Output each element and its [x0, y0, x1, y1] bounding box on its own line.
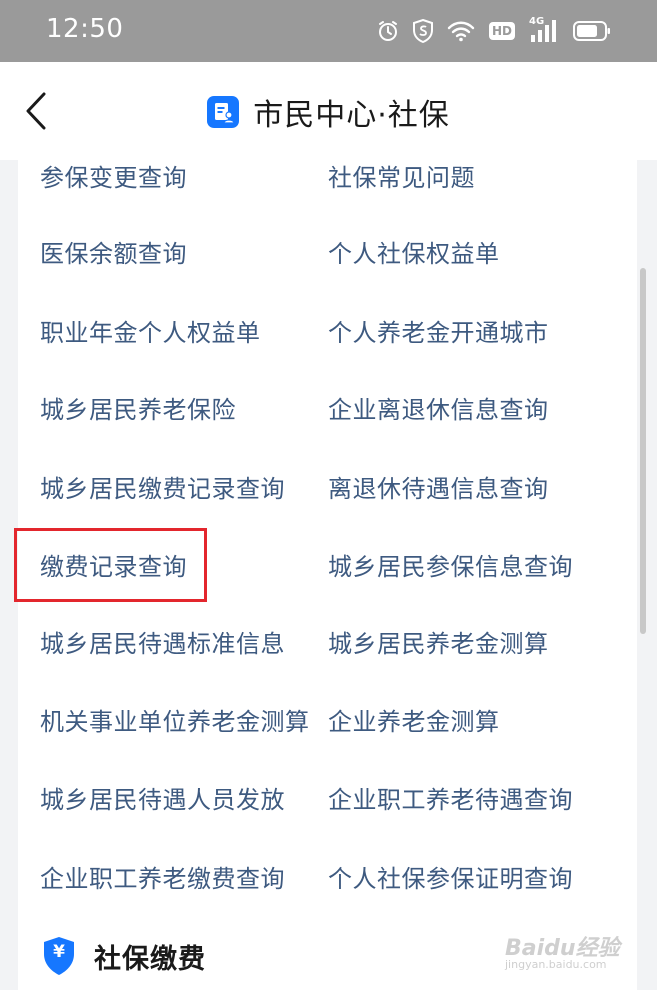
service-link-left-0[interactable]: 参保变更查询 [40, 163, 187, 193]
service-link-right-4[interactable]: 离退休待遇信息查询 [328, 474, 549, 504]
signal-4g-icon: 4G [529, 16, 559, 44]
service-link-right-8[interactable]: 企业职工养老待遇查询 [328, 785, 573, 815]
service-link-right-9[interactable]: 个人社保参保证明查询 [328, 864, 573, 894]
service-link-right-1[interactable]: 个人社保权益单 [328, 239, 500, 269]
section-header: ¥ 社保缴费 [42, 934, 206, 978]
hd-icon: HD [488, 22, 515, 40]
section-title: 社保缴费 [94, 943, 206, 975]
watermark: Baidu经验 jingyan.baidu.com [505, 930, 625, 980]
status-bar: 12:50 HD 4G [0, 0, 657, 62]
title-wrap: 市民中心·社保 [0, 90, 657, 134]
service-link-left-9[interactable]: 企业职工养老缴费查询 [40, 864, 285, 894]
service-link-right-0[interactable]: 社保常见问题 [328, 163, 475, 193]
status-icons: HD 4G [377, 16, 611, 46]
alarm-icon [377, 20, 399, 42]
service-link-right-5[interactable]: 城乡居民参保信息查询 [328, 552, 573, 582]
service-link-left-8[interactable]: 城乡居民待遇人员发放 [40, 785, 285, 815]
battery-icon [573, 20, 611, 42]
watermark-url: jingyan.baidu.com [505, 958, 607, 971]
wifi-icon [447, 20, 475, 42]
document-user-icon [207, 96, 240, 128]
scrollbar[interactable] [640, 268, 646, 634]
service-link-right-3[interactable]: 企业离退休信息查询 [328, 395, 549, 425]
nav-bar: 市民中心·社保 [0, 62, 657, 160]
yuan-symbol: ¥ [53, 942, 65, 962]
yuan-shield-icon: ¥ [42, 936, 76, 976]
shield-icon [412, 19, 433, 43]
service-link-left-2[interactable]: 职业年金个人权益单 [40, 318, 261, 348]
service-link-left-7[interactable]: 机关事业单位养老金测算 [40, 707, 310, 737]
service-link-left-6[interactable]: 城乡居民待遇标准信息 [40, 629, 285, 659]
service-link-left-1[interactable]: 医保余额查询 [40, 239, 187, 269]
highlight-box [14, 528, 207, 602]
service-link-right-6[interactable]: 城乡居民养老金测算 [328, 629, 549, 659]
service-link-left-4[interactable]: 城乡居民缴费记录查询 [40, 474, 285, 504]
status-time: 12:50 [46, 14, 124, 44]
service-link-left-3[interactable]: 城乡居民养老保险 [40, 395, 236, 425]
service-link-right-2[interactable]: 个人养老金开通城市 [328, 318, 549, 348]
page-title: 市民中心·社保 [253, 98, 450, 133]
service-link-right-7[interactable]: 企业养老金测算 [328, 707, 500, 737]
